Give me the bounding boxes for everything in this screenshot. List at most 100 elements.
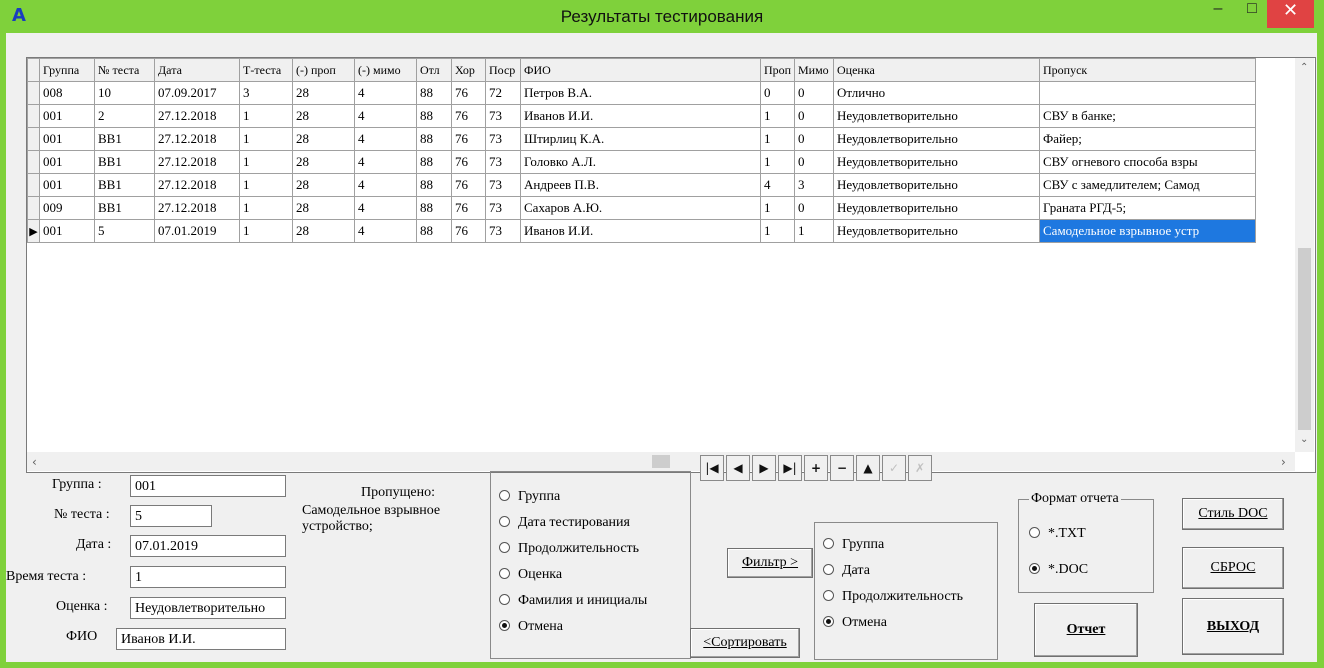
nav-delete-button[interactable]: − bbox=[830, 455, 854, 481]
table-cell[interactable]: 4 bbox=[354, 104, 417, 128]
table-cell[interactable]: 1 bbox=[239, 104, 293, 128]
table-cell[interactable]: 88 bbox=[416, 81, 452, 105]
column-header[interactable]: Проп bbox=[760, 58, 795, 82]
table-cell[interactable]: 76 bbox=[451, 127, 486, 151]
table-cell[interactable]: 76 bbox=[451, 196, 486, 220]
filter-option-date[interactable]: Дата bbox=[823, 563, 870, 579]
format-option-doc[interactable]: *.DOC bbox=[1029, 562, 1088, 578]
exit-button[interactable]: ВЫХОД bbox=[1182, 598, 1284, 655]
table-cell[interactable]: 72 bbox=[485, 81, 521, 105]
column-header[interactable]: Поср bbox=[485, 58, 521, 82]
table-cell[interactable]: 1 bbox=[760, 127, 795, 151]
test-number-field[interactable]: 5 bbox=[130, 505, 212, 527]
column-header[interactable]: (-) проп bbox=[292, 58, 355, 82]
table-cell[interactable]: 4 bbox=[354, 150, 417, 174]
table-cell[interactable]: 27.12.2018 bbox=[154, 150, 240, 174]
title-bar[interactable]: А Результаты тестирования – □ ✕ bbox=[0, 0, 1324, 33]
table-cell[interactable]: BB1 bbox=[94, 173, 155, 197]
table-cell[interactable]: 4 bbox=[354, 219, 417, 243]
table-cell[interactable]: Неудовлетворительно bbox=[833, 127, 1040, 151]
nav-insert-button[interactable]: + bbox=[804, 455, 828, 481]
table-cell[interactable]: Головко А.Л. bbox=[520, 150, 761, 174]
column-header[interactable]: (-) мимо bbox=[354, 58, 417, 82]
maximize-button[interactable]: □ bbox=[1237, 0, 1267, 28]
table-cell[interactable]: 4 bbox=[354, 196, 417, 220]
nav-last-button[interactable]: ▶| bbox=[778, 455, 802, 481]
results-grid[interactable]: Группа № теста Дата Т-теста (-) проп (-)… bbox=[26, 57, 1316, 473]
table-cell[interactable]: 28 bbox=[292, 150, 355, 174]
table-cell[interactable]: 27.12.2018 bbox=[154, 104, 240, 128]
table-row[interactable]: 001 BB1 27.12.2018 1 28 4 88 76 73 Андреев П.В. 4 3… bbox=[27, 173, 1256, 197]
table-cell[interactable]: 3 bbox=[239, 81, 293, 105]
table-cell[interactable]: 001 bbox=[39, 104, 95, 128]
table-cell[interactable]: Неудовлетворительно bbox=[833, 196, 1040, 220]
table-cell[interactable]: BB1 bbox=[94, 196, 155, 220]
column-header[interactable]: Группа bbox=[39, 58, 95, 82]
table-cell[interactable]: 76 bbox=[451, 150, 486, 174]
scroll-down-icon[interactable]: ⌄ bbox=[1300, 434, 1308, 445]
table-cell[interactable]: 76 bbox=[451, 219, 486, 243]
table-cell[interactable]: 76 bbox=[451, 81, 486, 105]
table-cell[interactable]: Неудовлетворительно bbox=[833, 104, 1040, 128]
table-cell[interactable]: 28 bbox=[292, 219, 355, 243]
table-cell[interactable]: 27.12.2018 bbox=[154, 127, 240, 151]
table-cell[interactable]: 88 bbox=[416, 219, 452, 243]
table-cell[interactable]: Неудовлетворительно bbox=[833, 219, 1040, 243]
table-cell[interactable]: 07.01.2019 bbox=[154, 219, 240, 243]
row-indicator[interactable] bbox=[27, 196, 40, 220]
table-cell[interactable]: 88 bbox=[416, 104, 452, 128]
report-button[interactable]: Отчет bbox=[1034, 603, 1138, 657]
table-cell[interactable]: 1 bbox=[239, 150, 293, 174]
table-row[interactable]: 001 2 27.12.2018 1 28 4 88 76 73 Иванов И.И. 1 0 Неу… bbox=[27, 104, 1256, 128]
table-cell[interactable]: 4 bbox=[760, 173, 795, 197]
column-header[interactable]: № теста bbox=[94, 58, 155, 82]
sort-option-cancel[interactable]: Отмена bbox=[499, 619, 563, 635]
table-cell[interactable]: 1 bbox=[760, 196, 795, 220]
table-cell[interactable]: 009 bbox=[39, 196, 95, 220]
nav-cancel-button[interactable]: ✗ bbox=[908, 455, 932, 481]
scroll-up-icon[interactable]: ⌃ bbox=[1300, 62, 1308, 73]
nav-prior-button[interactable]: ◀ bbox=[726, 455, 750, 481]
table-cell[interactable]: 73 bbox=[485, 173, 521, 197]
table-cell[interactable]: 88 bbox=[416, 150, 452, 174]
table-cell[interactable]: 28 bbox=[292, 173, 355, 197]
table-cell[interactable]: Андреев П.В. bbox=[520, 173, 761, 197]
table-cell[interactable]: Самодельное взрывное устр bbox=[1039, 219, 1256, 243]
table-cell[interactable]: 0 bbox=[794, 81, 834, 105]
sort-option-date[interactable]: Дата тестирования bbox=[499, 515, 630, 531]
scroll-left-icon[interactable]: ‹ bbox=[32, 455, 37, 469]
table-cell[interactable]: 1 bbox=[239, 219, 293, 243]
table-cell[interactable]: 27.12.2018 bbox=[154, 196, 240, 220]
table-cell[interactable]: 88 bbox=[416, 127, 452, 151]
table-cell[interactable]: 73 bbox=[485, 196, 521, 220]
table-cell[interactable]: 28 bbox=[292, 196, 355, 220]
table-cell[interactable]: 73 bbox=[485, 219, 521, 243]
table-cell[interactable]: 88 bbox=[416, 173, 452, 197]
table-cell[interactable]: 5 bbox=[94, 219, 155, 243]
table-row[interactable]: 001 BB1 27.12.2018 1 28 4 88 76 73 Головко А.Л. 1 0… bbox=[27, 150, 1256, 174]
column-header[interactable]: Оценка bbox=[833, 58, 1040, 82]
nav-next-button[interactable]: ▶ bbox=[752, 455, 776, 481]
table-cell[interactable]: 73 bbox=[485, 150, 521, 174]
grade-field[interactable]: Неудовлетворительно bbox=[130, 597, 286, 619]
nav-first-button[interactable]: |◀ bbox=[700, 455, 724, 481]
table-cell[interactable]: 0 bbox=[794, 127, 834, 151]
table-cell[interactable]: 001 bbox=[39, 173, 95, 197]
filter-option-cancel[interactable]: Отмена bbox=[823, 615, 887, 631]
column-header[interactable]: Т-теста bbox=[239, 58, 293, 82]
table-cell[interactable]: Отлично bbox=[833, 81, 1040, 105]
table-cell[interactable]: 001 bbox=[39, 127, 95, 151]
table-cell[interactable]: 0 bbox=[794, 150, 834, 174]
table-row[interactable]: 001 BB1 27.12.2018 1 28 4 88 76 73 Штирлиц К.А. 1 0… bbox=[27, 127, 1256, 151]
table-cell[interactable]: 0 bbox=[760, 81, 795, 105]
table-cell[interactable]: BB1 bbox=[94, 150, 155, 174]
table-row[interactable]: 008 10 07.09.2017 3 28 4 88 76 72 Петров В.А. 0 0 От… bbox=[27, 81, 1256, 105]
table-cell[interactable]: 27.12.2018 bbox=[154, 173, 240, 197]
row-indicator[interactable] bbox=[27, 127, 40, 151]
nav-edit-button[interactable]: ▲ bbox=[856, 455, 880, 481]
table-cell[interactable]: 73 bbox=[485, 104, 521, 128]
column-header[interactable]: Хор bbox=[451, 58, 486, 82]
table-cell[interactable]: 07.09.2017 bbox=[154, 81, 240, 105]
sort-option-duration[interactable]: Продолжительность bbox=[499, 541, 639, 557]
sort-button[interactable]: <Сортировать bbox=[690, 628, 800, 658]
